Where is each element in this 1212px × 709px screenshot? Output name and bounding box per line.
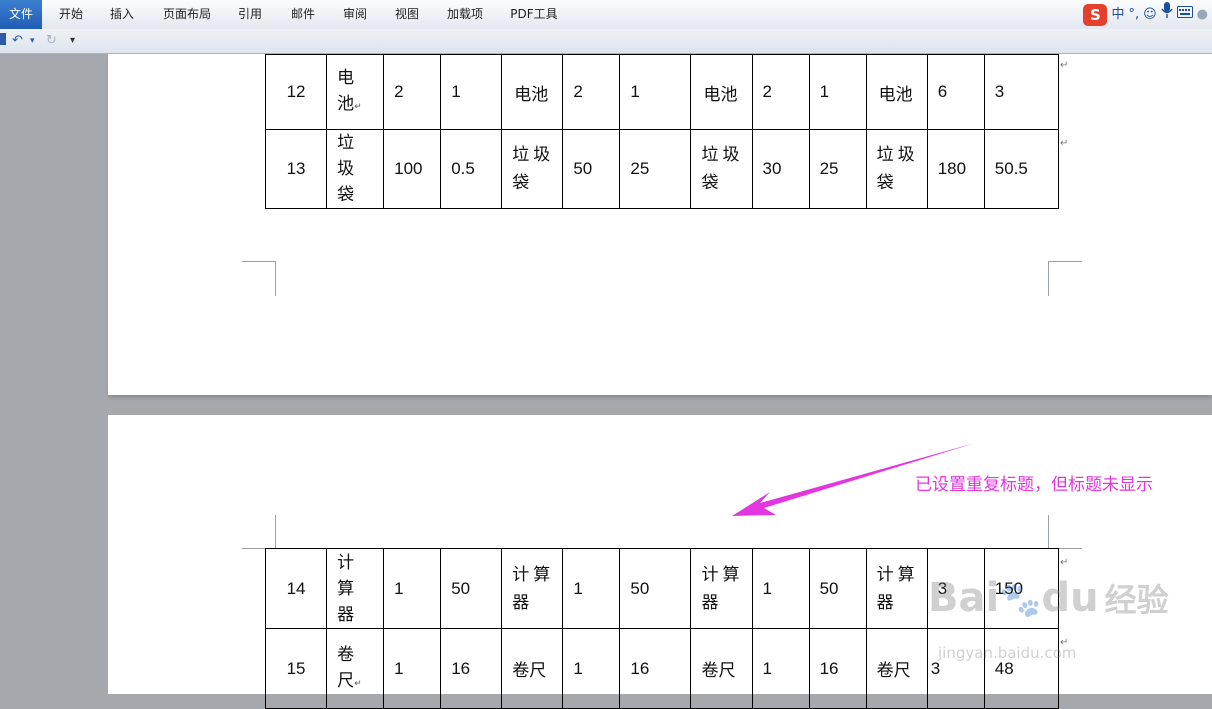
emoji-icon[interactable]: ☺: [1143, 0, 1157, 29]
value-cell[interactable]: 30: [751, 129, 810, 209]
paragraph-mark: ↵: [1060, 60, 1069, 71]
row-number-cell[interactable]: 13: [264, 129, 328, 209]
value-cell[interactable]: 1: [562, 628, 621, 709]
value-cell[interactable]: 50: [440, 548, 503, 629]
sogou-logo-icon[interactable]: S: [1083, 3, 1108, 26]
paragraph-mark: ↵: [1060, 557, 1069, 568]
watermark-url: jingyan.baidu.com: [938, 644, 1077, 662]
value-cell[interactable]: 1: [751, 628, 810, 709]
tab-addins[interactable]: 加载项: [438, 0, 492, 29]
value-cell[interactable]: 1: [383, 548, 442, 629]
item-name-cell[interactable]: 计算器: [865, 548, 928, 629]
value-cell[interactable]: 16: [808, 628, 867, 709]
value-cell[interactable]: 16: [619, 628, 692, 709]
value-cell[interactable]: 50: [619, 548, 692, 629]
save-icon[interactable]: [0, 32, 6, 50]
margin-corner-top-left: [242, 515, 276, 549]
document-page-1: 12 电池↵ 2 1 电池 2 1 电池 2 1 电池 6 3 13 垃圾袋 1…: [108, 54, 1212, 395]
item-name-cell[interactable]: 电池: [690, 54, 753, 130]
tab-view[interactable]: 视图: [386, 0, 428, 29]
item-name-cell[interactable]: 卷尺: [865, 628, 928, 709]
item-table-page1: 12 电池↵ 2 1 电池 2 1 电池 2 1 电池 6 3 13 垃圾袋 1…: [264, 54, 1060, 209]
value-cell[interactable]: 25: [808, 129, 867, 209]
value-cell[interactable]: 3: [983, 54, 1060, 130]
value-cell[interactable]: 1: [751, 548, 810, 629]
item-name-cell[interactable]: 计算器: [690, 548, 753, 629]
document-page-2: 14 计算器 1 50 计算器 1 50 计算器 1 50 计算器 3 150 …: [108, 415, 1212, 709]
redo-icon[interactable]: ↻: [46, 32, 57, 50]
annotation-text: 已设置重复标题，但标题未显示: [915, 475, 1153, 495]
row-number-cell[interactable]: 15: [264, 628, 328, 709]
table-row: 12 电池↵ 2 1 电池 2 1 电池 2 1 电池 6 3: [264, 54, 1060, 130]
item-name-cell[interactable]: 电池: [865, 54, 928, 130]
value-cell[interactable]: 50.5: [983, 129, 1060, 209]
ime-toolbar: S 中 °, ☺ ●: [1083, 0, 1212, 29]
value-cell[interactable]: 100: [383, 129, 442, 209]
user-icon[interactable]: ●: [1197, 0, 1208, 29]
value-cell[interactable]: 50: [562, 129, 621, 209]
value-cell[interactable]: 2: [383, 54, 442, 130]
tab-page-layout[interactable]: 页面布局: [156, 0, 218, 29]
item-name-cell[interactable]: 垃圾袋: [865, 129, 928, 209]
item-name-cell[interactable]: 垃圾袋: [501, 129, 564, 209]
value-cell[interactable]: 1: [808, 54, 867, 130]
value-cell[interactable]: 50: [808, 548, 867, 629]
quick-access-toolbar: ↶ ▾ ↻ ▾: [0, 29, 1212, 54]
item-table-page2: 14 计算器 1 50 计算器 1 50 计算器 1 50 计算器 3 150 …: [264, 548, 1060, 709]
value-cell[interactable]: 48: [983, 628, 1060, 709]
margin-corner-bottom-right: [1048, 261, 1082, 296]
customize-toolbar-icon[interactable]: ▾: [70, 32, 75, 50]
undo-icon[interactable]: ↶: [12, 32, 23, 50]
tab-mailings[interactable]: 邮件: [282, 0, 324, 29]
value-cell[interactable]: 0.5: [440, 129, 503, 209]
value-cell[interactable]: 1: [383, 628, 442, 709]
ribbon-tab-bar: 文件 开始 插入 页面布局 引用 邮件 审阅 视图 加载项 PDF工具 S 中 …: [0, 0, 1212, 30]
row-number-cell[interactable]: 14: [264, 548, 328, 629]
value-cell[interactable]: 2: [562, 54, 621, 130]
item-name-cell[interactable]: 电池: [501, 54, 564, 130]
value-cell[interactable]: 6: [926, 54, 985, 130]
ime-mode-toggle[interactable]: 中: [1111, 0, 1124, 29]
tab-file[interactable]: 文件: [0, 0, 42, 29]
tab-review[interactable]: 审阅: [334, 0, 376, 29]
baidu-watermark-logo: Bai🐾du 经验: [928, 575, 1169, 621]
value-cell[interactable]: 1: [440, 54, 503, 130]
item-name-cell[interactable]: 计算器: [501, 548, 564, 629]
value-cell[interactable]: 180: [926, 129, 985, 209]
value-cell[interactable]: 3: [926, 628, 985, 709]
margin-corner-top-right: [1048, 515, 1082, 549]
item-name-cell[interactable]: 卷尺↵: [326, 628, 385, 709]
margin-corner-bottom-left: [242, 261, 276, 296]
value-cell[interactable]: 16: [440, 628, 503, 709]
value-cell[interactable]: 2: [751, 54, 810, 130]
table-row: 13 垃圾袋 100 0.5 垃圾袋 50 25 垃圾袋 30 25 垃圾袋 1…: [264, 129, 1060, 209]
row-number-cell[interactable]: 12: [264, 54, 328, 130]
item-name-cell[interactable]: 计算器: [326, 548, 385, 629]
table-row: 15 卷尺↵ 1 16 卷尺 1 16 卷尺 1 16 卷尺 3 48: [264, 628, 1060, 709]
undo-dropdown-icon[interactable]: ▾: [30, 32, 35, 50]
tab-home[interactable]: 开始: [50, 0, 92, 29]
item-name-cell[interactable]: 垃圾袋: [326, 129, 385, 209]
value-cell[interactable]: 1: [619, 54, 692, 130]
tab-insert[interactable]: 插入: [101, 0, 143, 29]
keyboard-icon[interactable]: [1176, 0, 1193, 29]
punctuation-toggle[interactable]: °,: [1128, 0, 1139, 29]
item-name-cell[interactable]: 电池↵: [326, 54, 385, 130]
tab-pdf-tools[interactable]: PDF工具: [502, 0, 566, 29]
item-name-cell[interactable]: 垃圾袋: [690, 129, 753, 209]
value-cell[interactable]: 1: [562, 548, 621, 629]
microphone-icon[interactable]: [1161, 0, 1173, 29]
paragraph-mark: ↵: [1060, 138, 1069, 149]
item-name-cell[interactable]: 卷尺: [501, 628, 564, 709]
item-name-cell[interactable]: 卷尺: [690, 628, 753, 709]
value-cell[interactable]: 25: [619, 129, 692, 209]
tab-references[interactable]: 引用: [229, 0, 271, 29]
